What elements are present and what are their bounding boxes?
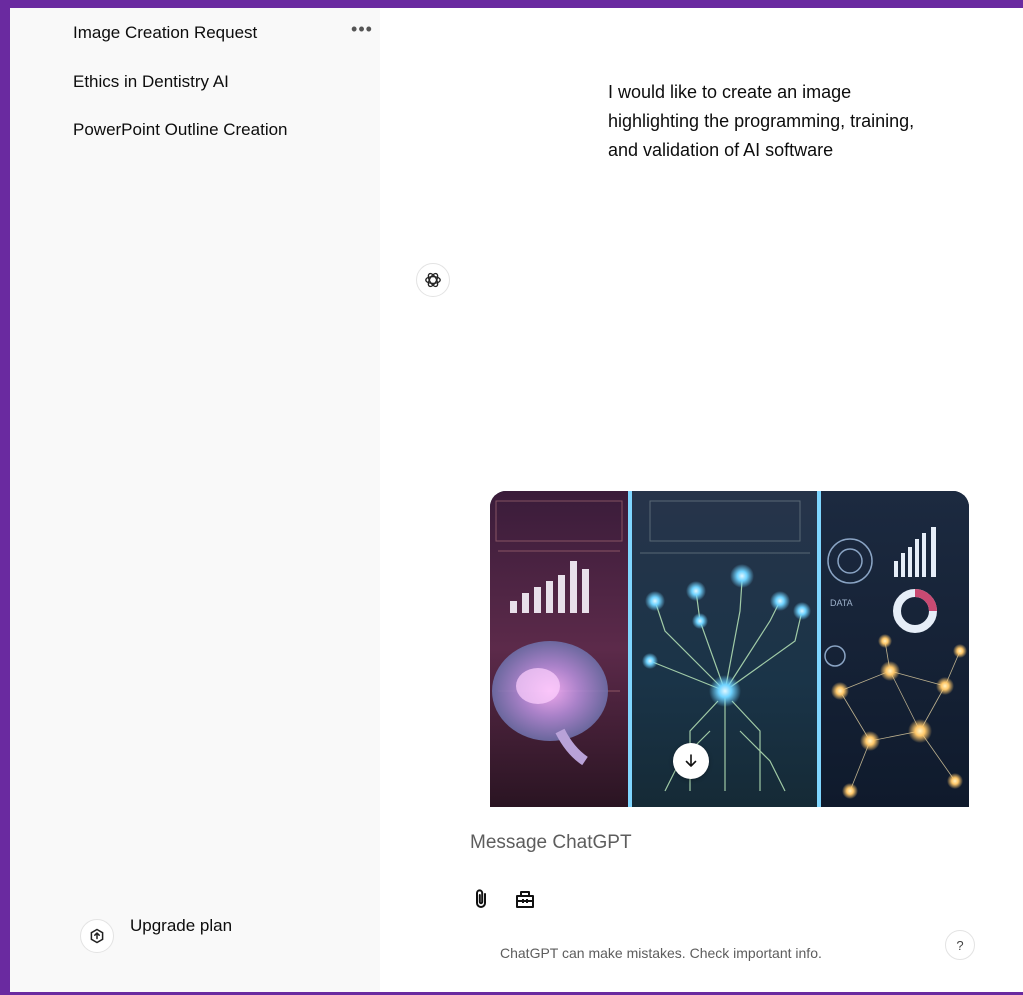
disclaimer-text: ChatGPT can make mistakes. Check importa… xyxy=(500,945,822,961)
generated-image[interactable]: DATA xyxy=(490,491,969,807)
sidebar: Image Creation Request ••• Ethics in Den… xyxy=(10,8,380,992)
ellipsis-icon[interactable]: ••• xyxy=(350,20,374,42)
upgrade-plan-label: Upgrade plan xyxy=(130,916,233,935)
image-data-label: DATA xyxy=(830,598,853,608)
toolbox-icon xyxy=(516,891,534,908)
download-button[interactable] xyxy=(673,743,709,779)
sidebar-item-powerpoint-outline-creation[interactable]: PowerPoint Outline Creation xyxy=(73,120,288,140)
tools-button[interactable] xyxy=(512,886,538,912)
upgrade-plan-button[interactable]: Upgrade plan xyxy=(80,913,300,953)
sidebar-item-image-creation-request[interactable]: Image Creation Request xyxy=(73,23,257,43)
message-input[interactable] xyxy=(470,828,970,858)
help-button[interactable]: ? xyxy=(945,930,975,960)
attach-button[interactable] xyxy=(468,886,494,912)
sidebar-item-ethics-in-dentistry-ai[interactable]: Ethics in Dentistry AI xyxy=(73,72,229,92)
openai-logo-icon xyxy=(416,263,450,297)
chat-main: I would like to create an image highligh… xyxy=(380,8,1023,992)
arrow-down-icon xyxy=(685,754,697,767)
upgrade-icon xyxy=(80,919,114,953)
paperclip-icon xyxy=(476,889,486,908)
user-message: I would like to create an image highligh… xyxy=(608,82,915,160)
